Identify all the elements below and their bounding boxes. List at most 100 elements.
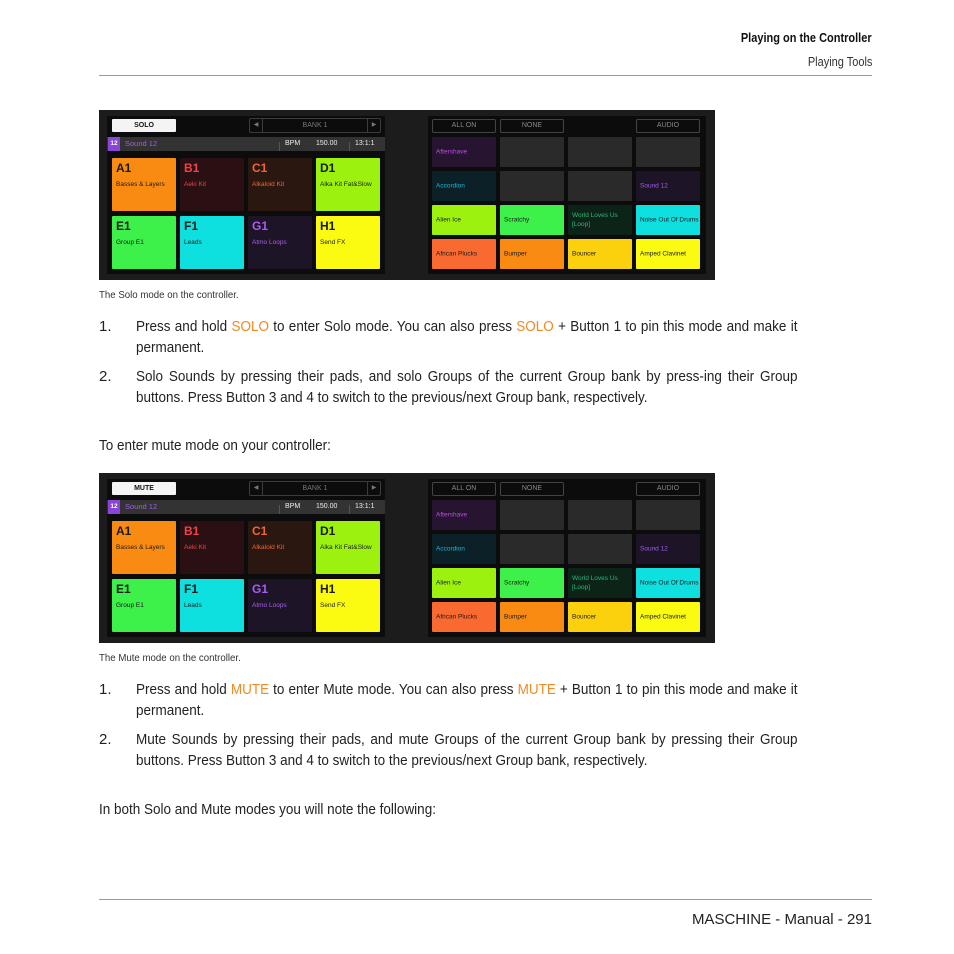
group-id: E1 <box>116 582 131 596</box>
sound-pad[interactable]: Alien Ice <box>432 568 496 598</box>
section-title: Playing Tools <box>807 55 872 69</box>
group-pad[interactable]: G1 Atmo Loops <box>248 579 312 632</box>
bpm-value: 150.00 <box>316 503 338 510</box>
group-pad[interactable]: A1 Basses & Layers <box>112 158 176 211</box>
sound-name: Alien Ice <box>436 579 461 587</box>
group-id: B1 <box>184 524 200 538</box>
audio-button[interactable]: AUDIO <box>636 482 700 496</box>
step-number: 1. <box>99 681 112 698</box>
audio-button[interactable]: AUDIO <box>636 119 700 133</box>
sound-pad[interactable]: Aftershave <box>432 137 496 167</box>
group-name: Basses & Layers <box>116 544 165 551</box>
none-button[interactable]: NONE <box>500 119 564 133</box>
bank-selector[interactable]: ◀ BANK 1 ▶ <box>249 118 381 133</box>
bpm-label: BPM <box>285 140 301 147</box>
sound-pad[interactable]: Bouncer <box>568 239 632 269</box>
group-pad[interactable]: G1 Atmo Loops <box>248 216 312 269</box>
sound-pad[interactable] <box>636 137 700 167</box>
sound-name: Sound 12 <box>125 139 158 148</box>
sound-pad[interactable]: Amped Clavinet <box>636 239 700 269</box>
sound-pad[interactable]: Scratchy <box>500 205 564 235</box>
song-position: 13:1:1 <box>355 503 375 510</box>
group-pad[interactable]: C1 Alkaloid Kit <box>248 158 312 211</box>
all-on-button[interactable]: ALL ON <box>432 119 496 133</box>
song-position: 13:1:1 <box>355 140 375 147</box>
sound-pad[interactable] <box>636 500 700 530</box>
sound-pad[interactable]: Noise Out Of Drums <box>636 205 700 235</box>
bpm-value: 150.00 <box>316 140 338 147</box>
sound-pad[interactable]: Noise Out Of Drums <box>636 568 700 598</box>
none-button[interactable]: NONE <box>500 482 564 496</box>
step-text: Press and hold MUTE to enter Mute mode. … <box>136 681 798 719</box>
sound-pad[interactable]: World Loves Us [Loop] <box>568 568 632 598</box>
group-id: D1 <box>320 161 336 175</box>
sound-pad[interactable]: Sound 12 <box>636 534 700 564</box>
mode-label-button[interactable]: SOLO <box>112 119 176 132</box>
group-pad[interactable]: F1 Leads <box>180 579 244 632</box>
group-pad[interactable]: B1 Aeki Kit <box>180 158 244 211</box>
group-name: Alkaloid Kit <box>252 181 285 188</box>
all-on-button[interactable]: ALL ON <box>432 482 496 496</box>
group-pad[interactable]: H1 Send FX <box>316 216 380 269</box>
sound-pad[interactable] <box>568 534 632 564</box>
group-pad[interactable]: D1 Alka Kit Fat&Slow <box>316 158 380 211</box>
sound-grid: Aftershave Accordion Sound 12 Alien Ice Scra… <box>432 500 702 634</box>
sound-grid: Aftershave Accordion Sound 12 Alien Ice Scra… <box>432 137 702 271</box>
group-id: G1 <box>252 582 269 596</box>
sound-pad[interactable]: Accordion <box>432 534 496 564</box>
sound-name: African Plucks <box>436 613 478 621</box>
sound-pad[interactable] <box>568 500 632 530</box>
sound-pad[interactable]: Amped Clavinet <box>636 602 700 632</box>
sound-pad[interactable]: Bouncer <box>568 602 632 632</box>
sound-name: Sound 12 <box>640 182 668 190</box>
sound-pad[interactable]: Bumper <box>500 602 564 632</box>
sound-name: Bouncer <box>572 613 597 621</box>
step-text: Solo Sounds by pressing their pads, and … <box>136 368 798 406</box>
group-pad[interactable]: F1 Leads <box>180 216 244 269</box>
sound-pad[interactable]: Bumper <box>500 239 564 269</box>
group-id: H1 <box>320 219 336 233</box>
sound-pad[interactable]: African Plucks <box>432 239 496 269</box>
group-id: H1 <box>320 582 336 596</box>
group-grid: A1 Basses & Layers B1 Aeki Kit C1 Alkaloid Ki… <box>112 521 382 633</box>
sound-pad[interactable] <box>568 171 632 201</box>
sound-pad[interactable]: Sound 12 <box>636 171 700 201</box>
group-name: Basses & Layers <box>116 181 165 188</box>
bank-selector[interactable]: ◀ BANK 1 ▶ <box>249 481 381 496</box>
group-pad[interactable]: H1 Send FX <box>316 579 380 632</box>
group-pad[interactable]: A1 Basses & Layers <box>112 521 176 574</box>
group-pad[interactable]: C1 Alkaloid Kit <box>248 521 312 574</box>
sound-pad[interactable] <box>568 137 632 167</box>
mode-label-button[interactable]: MUTE <box>112 482 176 495</box>
group-pad[interactable]: B1 Aeki Kit <box>180 521 244 574</box>
status-bar: 12 Sound 12 BPM 150.00 13:1:1 <box>107 137 385 151</box>
arrow-left-icon[interactable]: ◀ <box>250 119 263 132</box>
step-number: 2. <box>99 731 112 748</box>
sound-pad[interactable] <box>500 534 564 564</box>
arrow-right-icon[interactable]: ▶ <box>367 482 380 495</box>
sound-pad[interactable] <box>500 500 564 530</box>
sound-pad[interactable] <box>500 137 564 167</box>
sound-pad[interactable]: Alien Ice <box>432 205 496 235</box>
sound-pad[interactable]: World Loves Us [Loop] <box>568 205 632 235</box>
mute-mode-figure: MUTE ◀ BANK 1 ▶ 12 Sound 12 BPM 150.00 13:1:1 A1 B… <box>99 473 715 643</box>
sound-name: Sound 12 <box>640 545 668 553</box>
page-footer: MASCHINE - Manual - 291 <box>691 911 872 928</box>
sound-pad[interactable]: Accordion <box>432 171 496 201</box>
sound-pad[interactable]: Scratchy <box>500 568 564 598</box>
solo-figure-caption: The Solo mode on the controller. <box>99 289 239 301</box>
sound-pad[interactable] <box>500 171 564 201</box>
group-pad[interactable]: E1 Group E1 <box>112 216 176 269</box>
sound-name: Bouncer <box>572 250 597 258</box>
step-number: 1. <box>99 318 112 335</box>
arrow-right-icon[interactable]: ▶ <box>367 119 380 132</box>
sound-name: Bumper <box>504 250 527 258</box>
sound-pad[interactable]: Aftershave <box>432 500 496 530</box>
solo-mode-figure: SOLO ◀ BANK 1 ▶ 12 Sound 12 BPM 150.00 13:1:1 A1 B… <box>99 110 715 280</box>
sound-name: Aftershave <box>436 511 468 519</box>
group-pad[interactable]: E1 Group E1 <box>112 579 176 632</box>
group-id: B1 <box>184 161 200 175</box>
sound-pad[interactable]: African Plucks <box>432 602 496 632</box>
group-pad[interactable]: D1 Alka Kit Fat&Slow <box>316 521 380 574</box>
arrow-left-icon[interactable]: ◀ <box>250 482 263 495</box>
